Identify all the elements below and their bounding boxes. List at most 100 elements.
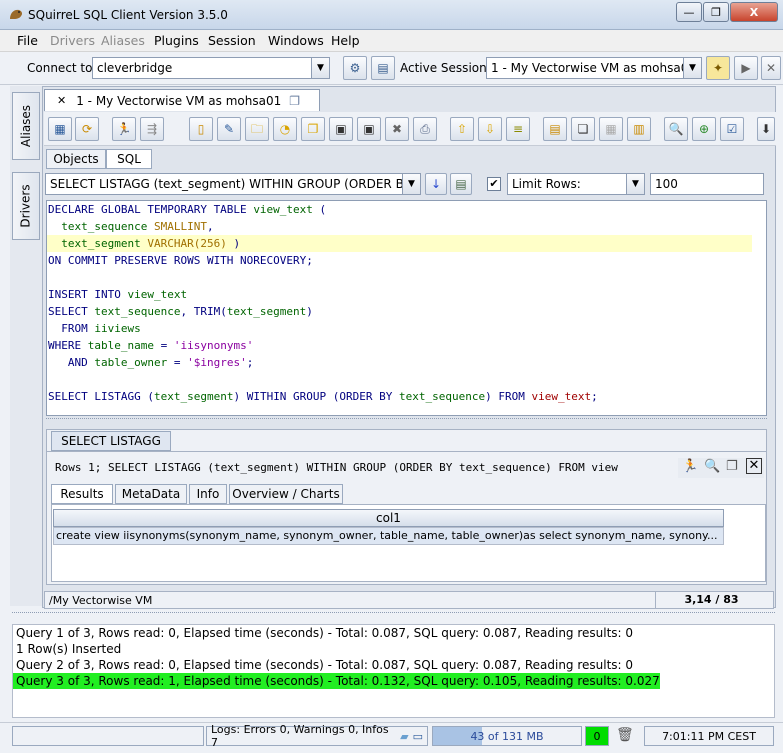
tab-sql[interactable]: SQL	[106, 149, 152, 169]
sql-history-button[interactable]: ▦	[48, 117, 72, 141]
minimize-button[interactable]: —	[676, 2, 702, 22]
code-line: ON COMMIT PRESERVE ROWS WITH NORECOVERY;	[47, 252, 598, 269]
tab-overview-charts[interactable]: Overview / Charts	[229, 484, 343, 504]
tab-aliases[interactable]: Aliases	[12, 92, 40, 160]
tab-drivers[interactable]: Drivers	[12, 172, 40, 240]
menu-help[interactable]: Help	[331, 33, 360, 48]
refresh-button[interactable]: ⟳	[75, 117, 99, 141]
new-file-button[interactable]: ▯	[189, 117, 213, 141]
history-list-button[interactable]: ▤	[450, 173, 472, 195]
previous-button[interactable]: ⇧	[450, 117, 474, 141]
use-history-button[interactable]: ↓	[425, 173, 447, 195]
maximize-button[interactable]: ❐	[703, 2, 729, 22]
close-icon[interactable]: ✕	[746, 458, 762, 474]
code-token: ;	[591, 390, 598, 403]
table-row[interactable]: create view iisynonyms(synonym_name, syn…	[53, 527, 724, 545]
print-button[interactable]: ⎙	[413, 117, 437, 141]
tab-results[interactable]: Results	[51, 484, 113, 504]
active-session-combo[interactable]: 1 - My Vectorwise VM as mohsa01 ▼	[486, 57, 702, 79]
next-button[interactable]: ⇩	[478, 117, 502, 141]
folder-clock-icon: ◔	[279, 122, 291, 136]
runner-icon[interactable]: 🏃	[682, 459, 698, 474]
open-session-button[interactable]: ▤	[371, 56, 395, 80]
code-token: INSERT INTO	[48, 288, 128, 301]
tab-metadata[interactable]: MetaData	[115, 484, 187, 504]
log-line-highlighted: Query 3 of 3, Rows read: 1, Elapsed time…	[13, 673, 660, 689]
close-icon: ✖	[391, 122, 403, 136]
sql-history-combo[interactable]: SELECT LISTAGG (text_segment) WITHIN GRO…	[45, 173, 421, 195]
window-icon: ❐	[289, 93, 300, 108]
add-where-button[interactable]: ⊕	[692, 117, 716, 141]
rollback-button[interactable]: ✕	[761, 56, 781, 80]
column-header[interactable]: col1	[53, 509, 724, 527]
limit-rows-checkbox[interactable]: ✔	[487, 177, 501, 191]
logs-summary[interactable]: Logs: Errors 0, Warnings 0, Infos 7 ▰ ▭	[206, 723, 428, 749]
chevron-down-icon[interactable]: ▼	[626, 174, 644, 194]
save-button[interactable]: ▣	[329, 117, 353, 141]
edit-button[interactable]: ✎	[217, 117, 241, 141]
clipboard-button[interactable]: ▥	[627, 117, 651, 141]
chevron-down-icon[interactable]: ▼	[683, 58, 701, 78]
menu-plugins[interactable]: Plugins	[154, 33, 199, 48]
active-session-value: 1 - My Vectorwise VM as mohsa01	[491, 61, 697, 75]
splitter[interactable]	[46, 418, 767, 426]
tile-button[interactable]: ❏	[571, 117, 595, 141]
check-button[interactable]: ☑	[720, 117, 744, 141]
code-token: view_text	[253, 203, 313, 216]
code-token: , TRIM(	[180, 305, 227, 318]
append-file-button[interactable]: ❐	[301, 117, 325, 141]
menu-aliases[interactable]: Aliases	[101, 33, 145, 48]
connect-alias-button[interactable]: ⚙	[343, 56, 367, 80]
logs-icon[interactable]: ▰	[400, 730, 408, 743]
menu-session[interactable]: Session	[208, 33, 256, 48]
save-as-button[interactable]: ▣	[357, 117, 381, 141]
tab-objects[interactable]: Objects	[46, 149, 106, 169]
tables-button[interactable]: ▦	[599, 117, 623, 141]
splitter[interactable]	[12, 612, 775, 620]
arrow-down-icon: ⇩	[484, 122, 496, 136]
bookmark-button[interactable]: ▤	[543, 117, 567, 141]
commit-button[interactable]: ▶	[734, 56, 758, 80]
open-file-button[interactable]: 🗀	[245, 117, 269, 141]
code-line: AND table_owner = '$ingres';	[47, 354, 598, 371]
session-properties-button[interactable]: ✦	[706, 56, 730, 80]
monitor-icon[interactable]: ▭	[413, 730, 423, 743]
more-tools-button[interactable]: ⬇	[757, 117, 775, 141]
close-window-button[interactable]: X	[730, 2, 778, 22]
connect-to-combo[interactable]: cleverbridge ▼	[92, 57, 330, 79]
limit-rows-input[interactable]: 100	[650, 173, 764, 195]
format-button[interactable]: ≡	[506, 117, 530, 141]
plug-icon: ⚙	[349, 61, 361, 75]
menu-drivers[interactable]: Drivers	[50, 33, 95, 48]
menu-windows[interactable]: Windows	[268, 33, 324, 48]
session-tab[interactable]: ✕ 1 - My Vectorwise VM as mohsa01 ❐	[44, 89, 320, 111]
chevron-down-icon[interactable]: ▼	[311, 58, 329, 78]
run-sql-button[interactable]: 🏃	[112, 117, 136, 141]
close-file-button[interactable]: ✖	[385, 117, 409, 141]
code-token: WHERE	[48, 339, 88, 352]
limit-rows-combo[interactable]: Limit Rows: ▼	[507, 173, 645, 195]
window-icon[interactable]: ❐	[726, 459, 738, 474]
tab-info[interactable]: Info	[189, 484, 227, 504]
trash-icon[interactable]: 🗑	[616, 727, 634, 743]
menu-file[interactable]: File	[17, 33, 38, 48]
message-log: Query 1 of 3, Rows read: 0, Elapsed time…	[12, 624, 775, 718]
check-icon: ☑	[726, 122, 738, 136]
results-panel: SELECT LISTAGG Rows 1; SELECT LISTAGG (t…	[46, 429, 767, 585]
search-icon[interactable]: 🔍	[704, 459, 720, 474]
close-icon[interactable]: ✕	[57, 94, 66, 107]
find-button[interactable]: 🔍	[664, 117, 688, 141]
open-recent-button[interactable]: ◔	[273, 117, 297, 141]
sql-editor[interactable]: DECLARE GLOBAL TEMPORARY TABLE view_text…	[46, 200, 767, 416]
run-icon: ✦	[712, 61, 724, 75]
code-line: text_segment VARCHAR(256) )	[47, 235, 598, 252]
result-tab[interactable]: SELECT LISTAGG	[51, 431, 171, 451]
run-all-button[interactable]: ⇶	[140, 117, 164, 141]
chevron-down-icon[interactable]: ▼	[402, 174, 420, 194]
code-token: view_text	[127, 288, 188, 301]
code-token: DECLARE GLOBAL TEMPORARY TABLE	[48, 203, 254, 216]
code-token: ) FROM	[485, 390, 532, 403]
code-token: ,	[206, 220, 214, 233]
result-summary: Rows 1; SELECT LISTAGG (text_segment) WI…	[55, 461, 618, 474]
play-icon: ▶	[741, 61, 751, 75]
